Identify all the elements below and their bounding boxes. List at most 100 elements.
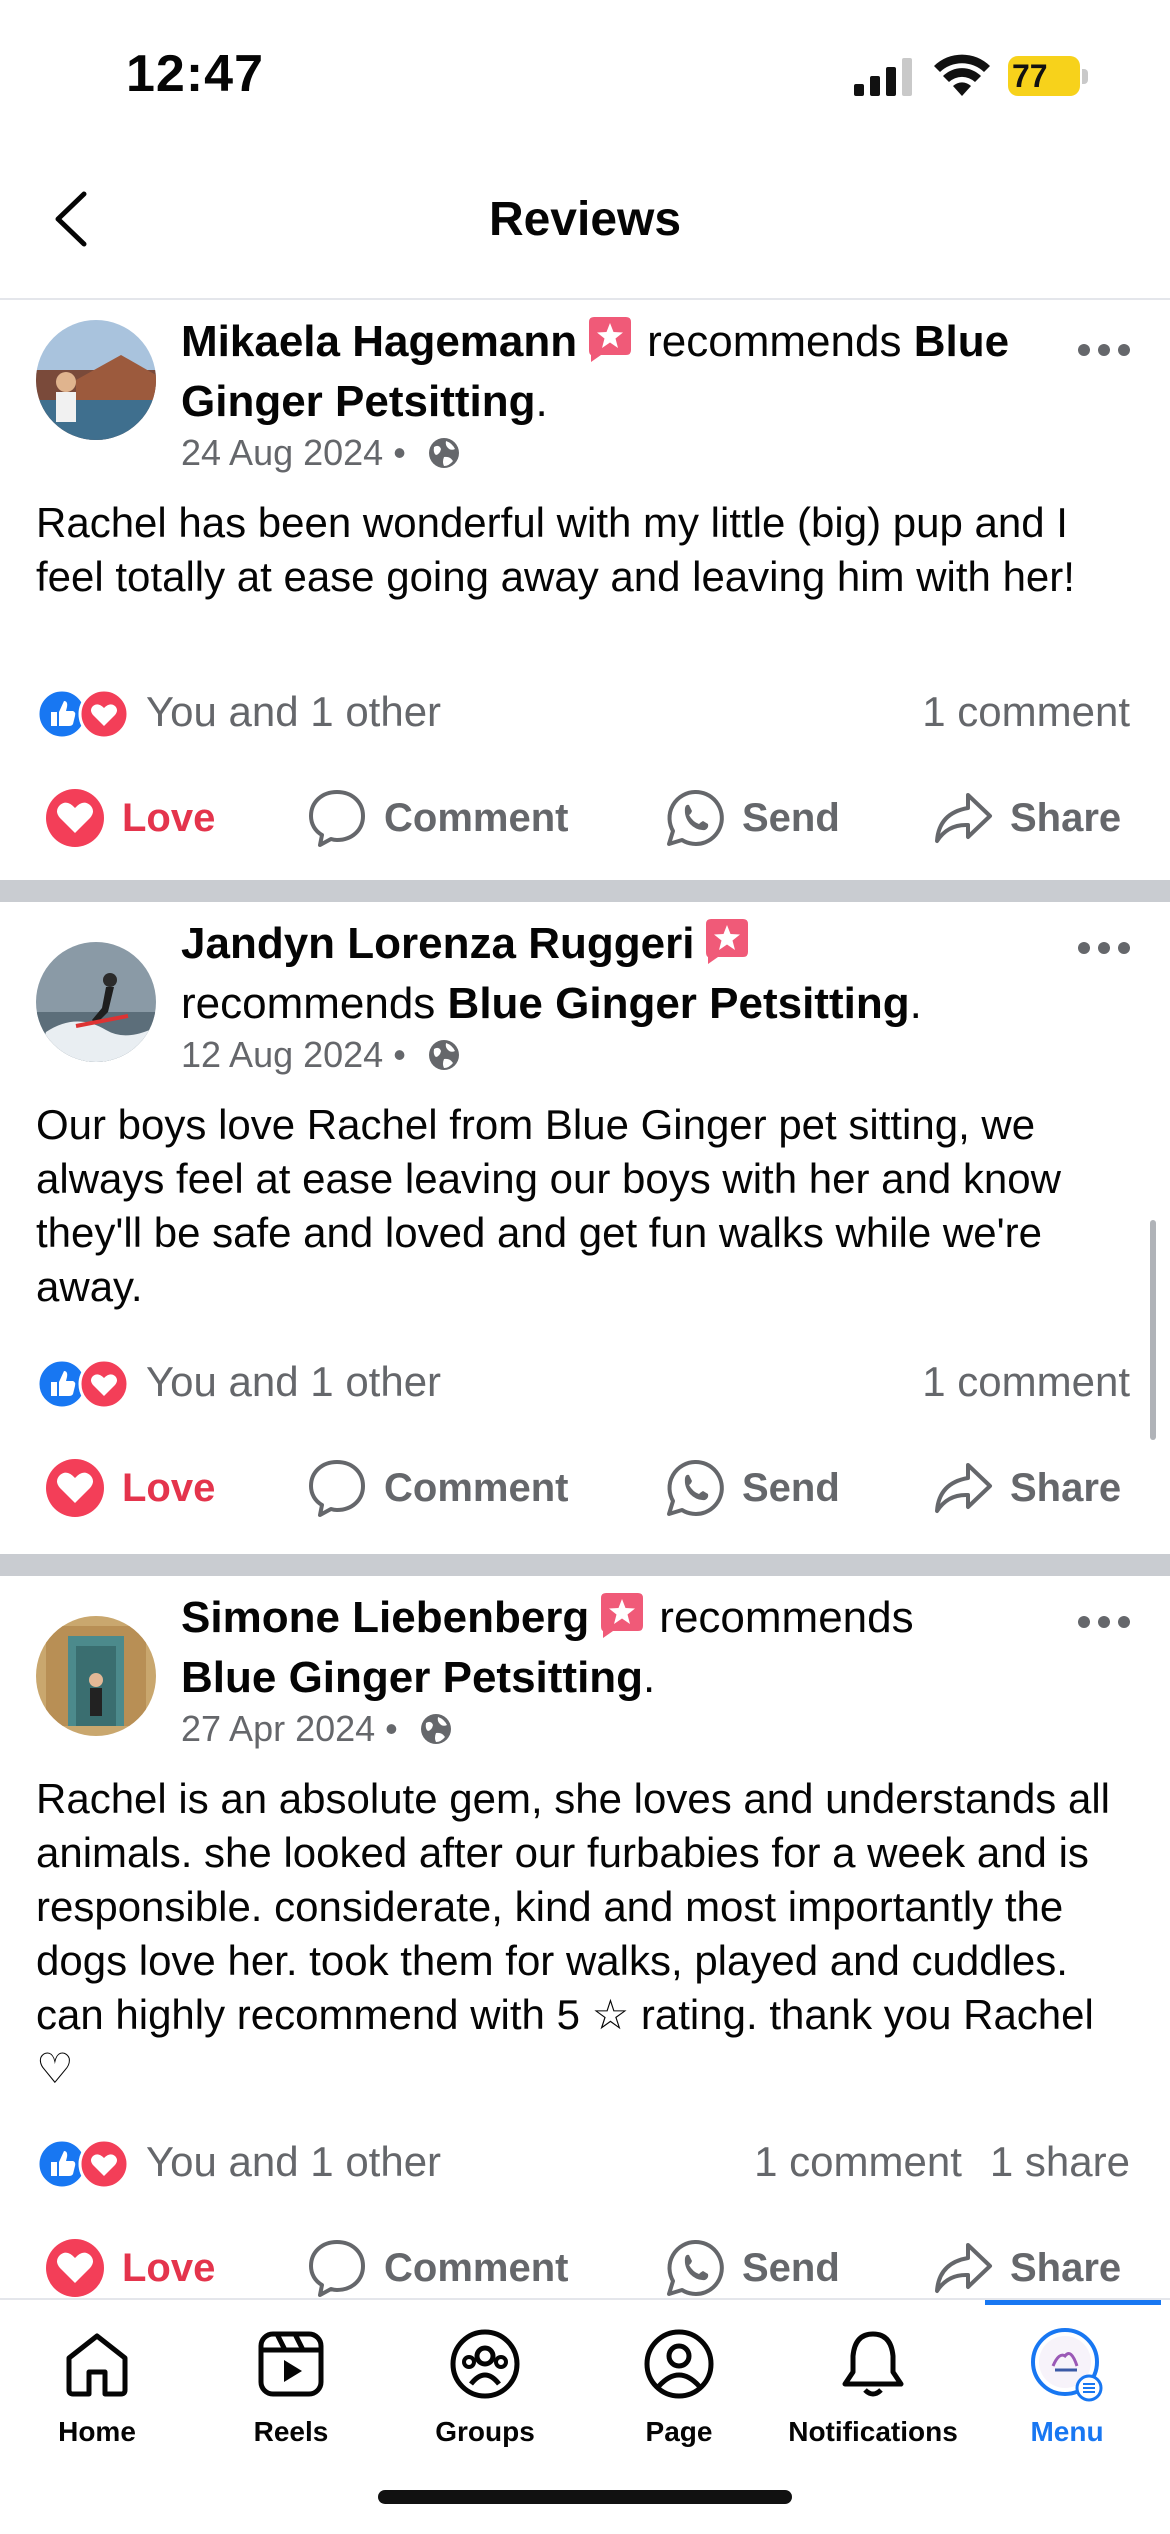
page-title: Reviews — [488, 193, 682, 246]
active-tab-indicator — [985, 2300, 1161, 2305]
avatar[interactable] — [36, 942, 156, 1062]
comment-button[interactable]: Comment — [306, 778, 568, 858]
headline-period: . — [643, 1653, 656, 1702]
headline-period: . — [909, 979, 922, 1028]
recommendation-star-icon — [589, 317, 632, 362]
author-name[interactable]: Jandyn Lorenza Ruggeri — [181, 919, 694, 968]
tab-menu[interactable]: Menu — [970, 2326, 1164, 2466]
post-date[interactable]: 24 Aug 2024 — [181, 432, 383, 473]
recommends-text: recommends — [647, 317, 902, 366]
tab-reels[interactable]: Reels — [194, 2326, 388, 2466]
reaction-text: You and 1 other — [146, 688, 442, 735]
share-button[interactable]: Share — [932, 778, 1121, 858]
reaction-text: You and 1 other — [146, 1358, 442, 1405]
post-body: Rachel is an absolute gem, she loves and… — [36, 1775, 1110, 2092]
share-label: Share — [1010, 795, 1122, 840]
tab-notifications[interactable]: Notifications — [776, 2326, 970, 2466]
tab-home[interactable]: Home — [0, 2326, 194, 2466]
love-label: Love — [122, 2245, 216, 2290]
send-button[interactable]: Send — [664, 2228, 840, 2298]
meta-separator: • — [383, 1034, 416, 1075]
comment-button[interactable]: Comment — [306, 2228, 568, 2298]
tab-label: Page — [645, 2416, 713, 2447]
post-actions: Love Comment Send Share — [0, 2228, 1170, 2298]
post-date[interactable]: 12 Aug 2024 — [181, 1034, 383, 1075]
love-label: Love — [122, 795, 216, 840]
home-indicator[interactable] — [378, 2490, 792, 2504]
status-time: 12:47 — [126, 45, 264, 103]
love-heart-icon — [46, 2239, 104, 2297]
more-options-icon[interactable] — [1076, 1612, 1132, 1632]
whatsapp-send-icon — [667, 2239, 724, 2296]
post-actions: Love Comment Send Share — [0, 778, 1170, 858]
post-headline: Simone Liebenberg recommends Blue Ginger P… — [181, 1588, 1061, 1708]
tab-groups[interactable]: Groups — [388, 2326, 582, 2466]
comment-count[interactable]: 1 comment — [922, 688, 1130, 735]
share-button[interactable]: Share — [932, 1448, 1121, 1528]
tab-page[interactable]: Page — [582, 2326, 776, 2466]
share-button[interactable]: Share — [932, 2228, 1121, 2298]
send-button[interactable]: Send — [664, 778, 840, 858]
like-love-reaction-icon — [36, 688, 130, 740]
comment-count[interactable]: 1 comment — [922, 1358, 1130, 1405]
avatar[interactable] — [36, 1616, 156, 1736]
comment-bubble-icon — [309, 790, 365, 847]
share-label: Share — [1010, 1465, 1122, 1510]
more-options-icon[interactable] — [1076, 938, 1132, 958]
whatsapp-send-icon — [667, 789, 724, 846]
send-label: Send — [742, 2245, 840, 2290]
love-button[interactable]: Love — [44, 1448, 215, 1528]
post-stats[interactable]: 1 comment — [922, 688, 1130, 736]
bell-icon — [842, 2331, 904, 2397]
post-stats[interactable]: 1 comment — [922, 1358, 1130, 1406]
globe-icon — [428, 438, 459, 468]
post-meta: 24 Aug 2024 • — [181, 432, 462, 474]
send-label: Send — [742, 1465, 840, 1510]
love-label: Love — [122, 1465, 216, 1510]
reviews-feed[interactable]: Mikaela Hagemann recommends Blue Ginger P… — [0, 300, 1170, 2298]
share-arrow-icon — [935, 793, 992, 843]
author-name[interactable]: Simone Liebenberg — [181, 1593, 589, 1642]
menu-avatar-icon — [1031, 2328, 1103, 2402]
post-headline: Mikaela Hagemann recommends Blue Ginger P… — [181, 312, 1061, 432]
share-arrow-icon — [935, 2243, 992, 2293]
post-meta: 12 Aug 2024 • — [181, 1034, 462, 1076]
whatsapp-send-icon — [667, 1459, 724, 1516]
status-bar: 12:47 77 — [0, 0, 1170, 150]
comment-button[interactable]: Comment — [306, 1448, 568, 1528]
love-button[interactable]: Love — [44, 778, 215, 858]
globe-icon — [420, 1714, 451, 1744]
post-body: Rachel has been wonderful with my little… — [36, 499, 1075, 600]
love-heart-icon — [46, 1459, 104, 1517]
battery-icon: 77 — [1008, 56, 1090, 98]
page-header: Reviews — [0, 150, 1170, 300]
page-name[interactable]: Blue Ginger Petsitting — [181, 1653, 643, 1702]
meta-separator: • — [383, 432, 416, 473]
tab-label: Reels — [253, 2416, 329, 2447]
author-name[interactable]: Mikaela Hagemann — [181, 317, 577, 366]
post-date[interactable]: 27 Apr 2024 — [181, 1708, 375, 1749]
love-button[interactable]: Love — [44, 2228, 215, 2298]
review-post: Jandyn Lorenza Ruggeri recommends Blue Gi… — [0, 902, 1170, 1552]
post-meta: 27 Apr 2024 • — [181, 1708, 454, 1750]
tab-label: Menu — [1030, 2416, 1104, 2447]
share-count[interactable]: 1 share — [990, 2138, 1130, 2185]
wifi-icon — [934, 54, 990, 96]
home-icon — [66, 2333, 128, 2397]
avatar[interactable] — [36, 320, 156, 440]
globe-icon — [428, 1040, 459, 1070]
page-name[interactable]: Blue Ginger Petsitting — [448, 979, 910, 1028]
tab-label: Home — [58, 2416, 136, 2447]
scrollbar[interactable] — [1150, 1220, 1156, 1440]
comment-bubble-icon — [309, 1460, 365, 1517]
post-stats[interactable]: 1 comment 1 share — [754, 2138, 1130, 2186]
comment-count[interactable]: 1 comment — [754, 2138, 962, 2185]
meta-separator: • — [375, 1708, 408, 1749]
tab-label: Groups — [435, 2416, 535, 2447]
like-love-reaction-icon — [36, 2138, 130, 2190]
recommendation-star-icon — [601, 1593, 644, 1638]
review-post: Simone Liebenberg recommends Blue Ginger P… — [0, 1576, 1170, 2298]
more-options-icon[interactable] — [1076, 340, 1132, 360]
send-button[interactable]: Send — [664, 1448, 840, 1528]
cellular-signal-icon — [854, 58, 912, 96]
